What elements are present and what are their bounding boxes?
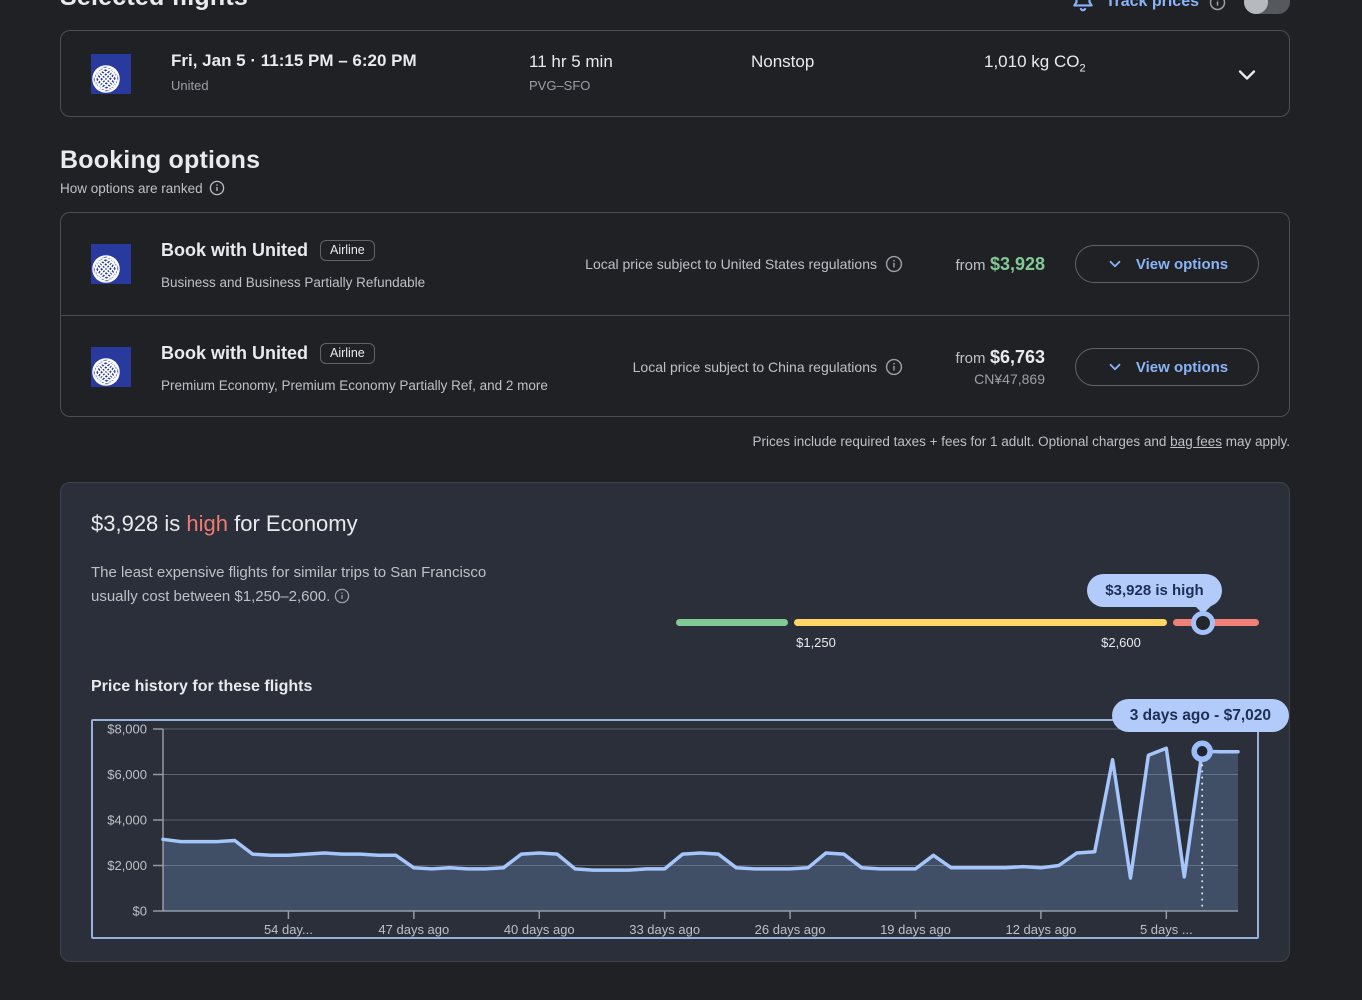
- track-prices-toggle[interactable]: [1244, 0, 1290, 14]
- price-from-label: from: [955, 257, 985, 274]
- flight-stops: Nonstop: [751, 52, 814, 72]
- bag-fees-link[interactable]: bag fees: [1170, 434, 1222, 449]
- svg-text:$4,000: $4,000: [107, 813, 147, 828]
- price-from-label: from: [955, 350, 985, 367]
- price-history-title: Price history for these flights: [91, 678, 312, 696]
- svg-text:54 day...: 54 day...: [264, 922, 313, 937]
- regulation-info-icon[interactable]: [885, 255, 903, 273]
- secondary-price: CN¥47,869: [919, 371, 1045, 387]
- airline-badge: Airline: [320, 343, 375, 364]
- price-block: from $6,763 CN¥47,869: [919, 347, 1045, 387]
- view-options-button[interactable]: View options: [1075, 245, 1259, 283]
- flight-datetime: Fri, Jan 5 · 11:15 PM – 6:20 PM: [171, 51, 417, 71]
- price-value: $6,763: [990, 347, 1045, 367]
- svg-text:19 days ago: 19 days ago: [880, 922, 951, 937]
- ranking-info-icon[interactable]: [209, 180, 225, 196]
- svg-text:$0: $0: [133, 904, 147, 919]
- option-title: Book with United: [161, 240, 308, 261]
- flight-route: PVG–SFO: [529, 78, 590, 93]
- svg-text:47 days ago: 47 days ago: [378, 922, 449, 937]
- price-value: $3,928: [990, 254, 1045, 274]
- track-prices-label[interactable]: Track prices: [1106, 0, 1199, 11]
- regulation-note: Local price subject to China regulations: [633, 358, 903, 376]
- typical-range-info-icon[interactable]: [334, 588, 350, 604]
- airline-badge: Airline: [320, 240, 375, 261]
- slider-high-segment: [1173, 619, 1259, 626]
- svg-text:$2,000: $2,000: [107, 858, 147, 873]
- range-high-label: $2,600: [1076, 635, 1166, 650]
- united-logo-icon: [91, 347, 131, 387]
- toggle-knob: [1244, 0, 1268, 14]
- insights-description: The least expensive flights for similar …: [91, 561, 486, 609]
- view-options-button[interactable]: View options: [1075, 348, 1259, 386]
- range-low-label: $1,250: [771, 635, 861, 650]
- insights-title: $3,928 is high for Economy: [91, 511, 358, 537]
- option-fares: Business and Business Partially Refundab…: [161, 275, 425, 290]
- track-prices-info-icon[interactable]: [1209, 0, 1226, 11]
- selected-flight-card[interactable]: Fri, Jan 5 · 11:15 PM – 6:20 PM United 1…: [60, 30, 1290, 117]
- chart-tooltip: 3 days ago - $7,020: [1112, 699, 1289, 732]
- united-logo-icon: [91, 54, 131, 94]
- booking-option-row: Book with United Airline Business and Bu…: [61, 213, 1289, 315]
- price-level-text: high: [186, 511, 228, 536]
- price-insights-card: $3,928 is high for Economy The least exp…: [60, 482, 1290, 962]
- svg-text:33 days ago: 33 days ago: [629, 922, 700, 937]
- price-block: from $3,928: [919, 254, 1045, 275]
- svg-text:5 days ...: 5 days ...: [1140, 922, 1193, 937]
- price-history-chart[interactable]: $0 $2,000 $4,000 $6,000 $8,000 54 day... 47 da…: [91, 719, 1259, 939]
- slider-price-marker: [1191, 611, 1215, 635]
- flight-emissions: 1,010 kg CO2: [984, 52, 1086, 74]
- flight-airline: United: [171, 78, 209, 93]
- track-prices-control[interactable]: Track prices: [1070, 0, 1290, 18]
- svg-text:$8,000: $8,000: [107, 722, 147, 737]
- booking-options-card: Book with United Airline Business and Bu…: [60, 212, 1290, 417]
- slider-low-segment: [676, 619, 788, 626]
- chevron-down-icon: [1106, 358, 1124, 376]
- option-fares: Premium Economy, Premium Economy Partial…: [161, 378, 548, 393]
- united-logo-icon: [91, 244, 131, 284]
- svg-text:12 days ago: 12 days ago: [1005, 922, 1076, 937]
- page: Selected flights Track prices: [0, 0, 1362, 1000]
- booking-options-heading: Booking options: [60, 146, 260, 175]
- ranking-info-label: How options are ranked: [60, 181, 203, 196]
- expand-flight-chevron-icon[interactable]: [1233, 61, 1261, 89]
- ranking-info-row: How options are ranked: [60, 180, 225, 196]
- price-alert-bell-icon: [1070, 0, 1096, 13]
- price-level-tooltip: $3,928 is high: [1087, 574, 1222, 607]
- regulation-note: Local price subject to United States reg…: [585, 255, 903, 273]
- slider-typical-segment: [794, 619, 1167, 626]
- selected-flights-heading: Selected flights: [60, 0, 248, 12]
- svg-text:26 days ago: 26 days ago: [755, 922, 826, 937]
- booking-disclaimer: Prices include required taxes + fees for…: [753, 434, 1290, 449]
- flight-duration: 11 hr 5 min: [529, 52, 613, 72]
- regulation-info-icon[interactable]: [885, 358, 903, 376]
- option-title: Book with United: [161, 343, 308, 364]
- chevron-down-icon: [1106, 255, 1124, 273]
- booking-option-row: Book with United Airline Premium Economy…: [61, 316, 1289, 418]
- svg-text:$6,000: $6,000: [107, 767, 147, 782]
- svg-text:40 days ago: 40 days ago: [504, 922, 575, 937]
